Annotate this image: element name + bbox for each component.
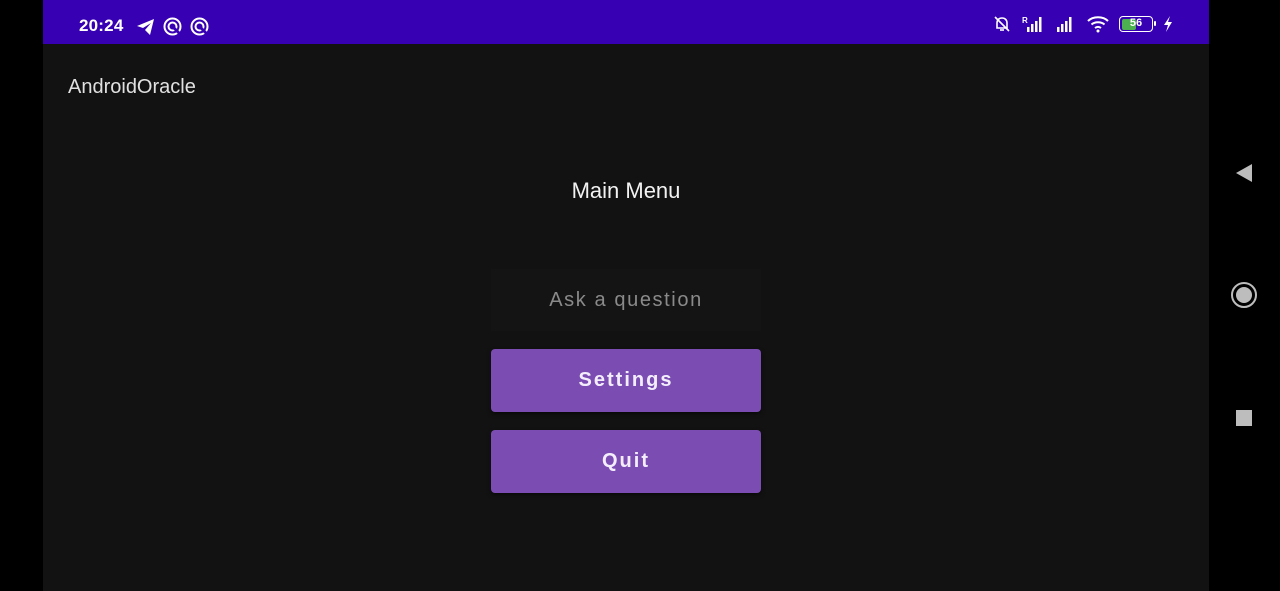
wifi-icon [1087,15,1109,33]
question-input[interactable] [491,269,761,331]
status-bar: 20:24 R 56 [43,0,1209,44]
recents-button[interactable] [1229,403,1259,433]
status-time: 20:24 [79,16,124,35]
charging-bolt-icon [1163,16,1173,32]
battery-level: 56 [1129,17,1143,29]
recents-square-icon [1234,408,1254,428]
roaming-label: R [1022,16,1028,25]
back-triangle-icon [1234,162,1254,184]
signal-roaming-icon: R [1021,15,1045,33]
quit-button[interactable]: Quit [491,430,761,493]
status-left-icons [136,17,209,36]
signal-icon [1055,15,1077,33]
sync-icon [190,17,209,36]
status-right-icons: R 56 [993,15,1173,33]
back-button[interactable] [1229,158,1259,188]
telegram-icon [136,18,155,36]
sync-icon [163,17,182,36]
battery-tip [1154,21,1156,26]
app-screen: 20:24 R 56 AndroidOracle Main Menu Ask a… [43,0,1209,591]
home-button[interactable] [1229,280,1259,310]
muted-bell-icon [993,15,1011,33]
settings-button[interactable]: Settings [491,349,761,412]
main-menu-heading: Main Menu [571,178,681,203]
navigation-bar [1209,0,1280,591]
home-circle-icon [1230,281,1258,309]
battery-icon: 56 [1119,16,1156,32]
app-title: AndroidOracle [68,76,196,98]
